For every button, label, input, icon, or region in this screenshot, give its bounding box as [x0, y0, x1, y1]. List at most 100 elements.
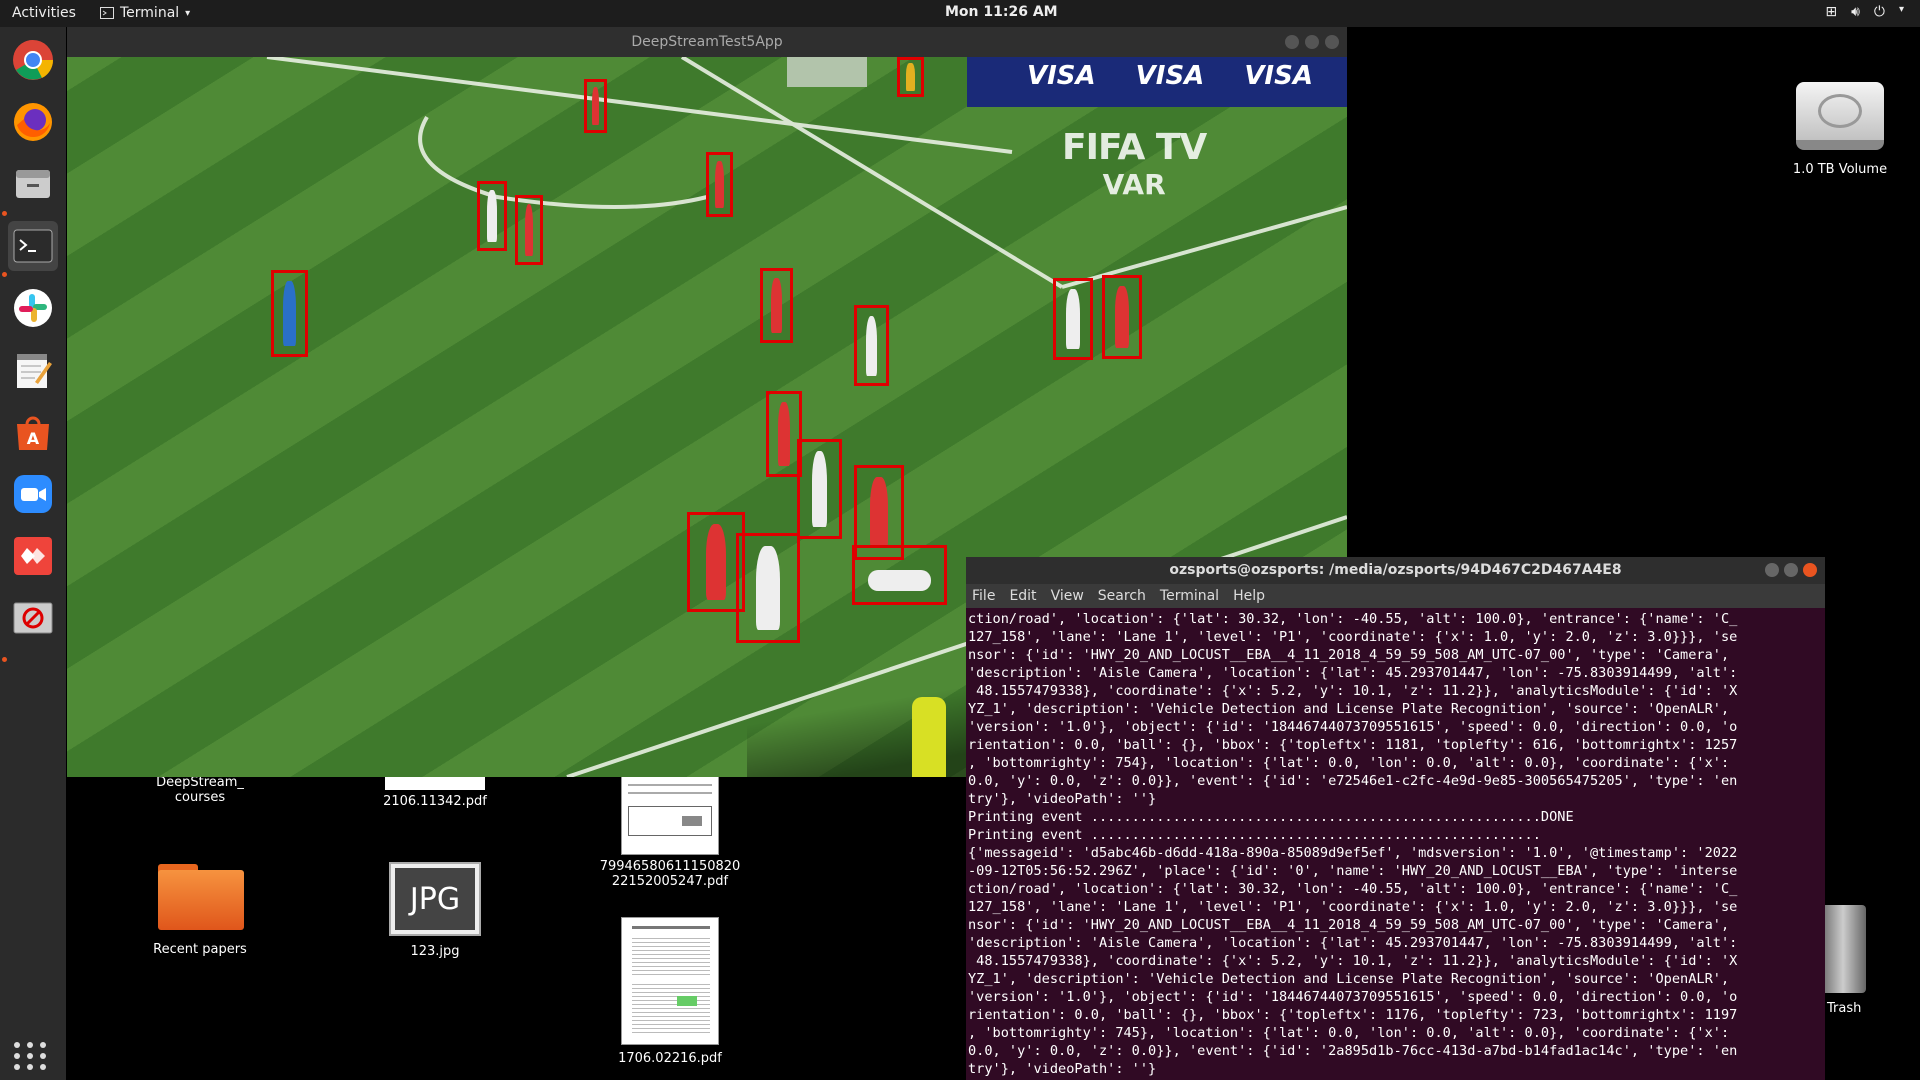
app-menu[interactable]: Terminal ▾ [100, 5, 190, 21]
folder-icon [154, 860, 246, 932]
minimize-button[interactable] [1285, 35, 1299, 49]
maximize-button[interactable] [1784, 563, 1798, 577]
desktop-icon-pdf-1706[interactable]: 1706.02216.pdf [600, 917, 740, 1066]
terminal-menubar: File Edit View Search Terminal Help [966, 584, 1825, 608]
detection-box [854, 305, 889, 386]
close-button[interactable] [1325, 35, 1339, 49]
hard-drive-icon [1792, 80, 1888, 154]
desktop-icon-volume[interactable]: 1.0 TB Volume [1775, 80, 1905, 177]
terminal-title: ozsports@ozsports: /media/ozsports/94D46… [1169, 562, 1622, 578]
terminal-line: YZ_1', 'description': 'Vehicle Detection… [968, 701, 1730, 717]
software-center-icon[interactable]: A [8, 407, 58, 457]
svg-text:A: A [27, 429, 40, 448]
pdf-thumbnail-icon [621, 917, 719, 1045]
clock[interactable]: Mon 11:26 AM [945, 4, 1058, 20]
trash-icon [1820, 905, 1866, 993]
detection-box [584, 79, 607, 133]
desktop-icon-label: 79946580611150820 22152005247.pdf [599, 859, 741, 889]
window-controls[interactable] [1765, 563, 1817, 577]
broadcast-logo: FIFA TV VAR [1062, 127, 1207, 201]
ad-text: VISA [1244, 61, 1313, 91]
desktop-icon-label: Recent papers [153, 942, 247, 957]
detection-box [760, 268, 793, 343]
window-controls[interactable] [1285, 35, 1339, 49]
menu-help[interactable]: Help [1233, 588, 1265, 604]
desktop-icon-trash[interactable]: Trash [1815, 905, 1920, 1016]
terminal-line: 'version': '1.0'}, 'object': {'id': '184… [968, 719, 1738, 735]
close-button[interactable] [1803, 563, 1817, 577]
terminal-line: 48.1557479338}, 'coordinate': {'x': 5.2,… [968, 953, 1738, 969]
brand-sub-text: VAR [1102, 168, 1166, 201]
activities-button[interactable]: Activities [12, 5, 76, 21]
menu-file[interactable]: File [972, 588, 995, 604]
window-title[interactable]: DeepStreamTest5App [67, 27, 1347, 57]
ad-text: VISA [1135, 61, 1205, 91]
terminal-line: 'version': '1.0'}, 'object': {'id': '184… [968, 989, 1738, 1005]
detection-box [736, 533, 800, 643]
anydesk-icon[interactable] [8, 531, 58, 581]
stop-icon[interactable] [8, 593, 58, 643]
detection-box [515, 195, 543, 265]
desktop-icon-label: 2106.11342.pdf [383, 794, 487, 809]
detection-box [852, 545, 947, 605]
firefox-icon[interactable] [8, 97, 58, 147]
files-icon[interactable] [8, 159, 58, 209]
maximize-button[interactable] [1305, 35, 1319, 49]
app-menu-label: Terminal [120, 5, 180, 21]
terminal-line: ction/road', 'location': {'lat': 30.32, … [968, 881, 1738, 897]
desktop-icon-label: 1.0 TB Volume [1792, 162, 1888, 177]
detection-box [797, 439, 842, 539]
terminal-titlebar[interactable]: ozsports@ozsports: /media/ozsports/94D46… [966, 557, 1825, 584]
desktop-icon-pdf-7994[interactable]: 79946580611150820 22152005247.pdf [590, 775, 750, 889]
pdf-thumbnail-icon [621, 775, 719, 855]
text-editor-icon[interactable] [8, 345, 58, 395]
terminal-line: {'messageid': 'd5abc46b-d6dd-418a-890a-8… [968, 845, 1738, 861]
chrome-icon[interactable] [8, 35, 58, 85]
detection-box [477, 181, 507, 251]
terminal-line: nsor': {'id': 'HWY_20_AND_LOCUST__EBA__4… [968, 647, 1730, 663]
desktop-icon-123-jpg[interactable]: JPG 123.jpg [370, 862, 500, 959]
detection-box [897, 57, 924, 97]
terminal-line: , 'bottomrighty': 754}, 'location': {'la… [968, 755, 1730, 771]
menu-view[interactable]: View [1051, 588, 1084, 604]
network-icon[interactable]: ⊞ [1825, 4, 1837, 20]
desktop-icon-recent-papers[interactable]: Recent papers [130, 860, 270, 957]
terminal-line: nsor': {'id': 'HWY_20_AND_LOCUST__EBA__4… [968, 917, 1730, 933]
menu-terminal[interactable]: Terminal [1160, 588, 1219, 604]
zoom-icon[interactable] [8, 469, 58, 519]
terminal-icon[interactable] [8, 221, 58, 271]
terminal-line: 0.0, 'y': 0.0, 'z': 0.0}}, 'event': {'id… [968, 1043, 1738, 1059]
show-applications-icon[interactable] [14, 1042, 48, 1070]
top-bar: Activities Terminal ▾ Mon 11:26 AM ⊞ 🔊︎ … [0, 0, 1920, 27]
terminal-line: 0.0, 'y': 0.0, 'z': 0.0}}, 'event': {'id… [968, 773, 1738, 789]
terminal-line: 127_158', 'lane': 'Lane 1', 'level': 'P1… [968, 899, 1738, 915]
power-icon[interactable]: ⏻ [1874, 4, 1885, 20]
minimize-button[interactable] [1765, 563, 1779, 577]
terminal-line: Printing event .........................… [968, 827, 1541, 843]
system-tray[interactable]: ⊞ 🔊︎ ⏻ ▾ [1825, 4, 1904, 20]
terminal-line: 127_158', 'lane': 'Lane 1', 'level': 'P1… [968, 629, 1738, 645]
terminal-line: Printing event .........................… [968, 809, 1574, 825]
menu-search[interactable]: Search [1098, 588, 1146, 604]
terminal-line: try'}, 'videoPath': ''} [968, 791, 1157, 807]
desktop-icon-label: DeepStream_ courses [156, 775, 244, 805]
terminal-small-icon [100, 7, 114, 19]
jpg-badge: JPG [395, 868, 475, 930]
terminal-line: 'description': 'Aisle Camera', 'location… [968, 935, 1738, 951]
slack-icon[interactable] [8, 283, 58, 333]
detection-box [1102, 275, 1142, 359]
menu-edit[interactable]: Edit [1009, 588, 1036, 604]
terminal-line: rientation': 0.0, 'ball': {}, 'bbox': {'… [968, 737, 1738, 753]
terminal-window[interactable]: ozsports@ozsports: /media/ozsports/94D46… [966, 557, 1825, 1080]
detection-box [271, 270, 308, 357]
terminal-line: ction/road', 'location': {'lat': 30.32, … [968, 611, 1738, 627]
ad-text: VISA [1027, 61, 1096, 91]
terminal-line: YZ_1', 'description': 'Vehicle Detection… [968, 971, 1730, 987]
chevron-down-icon[interactable]: ▾ [1899, 4, 1904, 20]
terminal-output[interactable]: ction/road', 'location': {'lat': 30.32, … [966, 608, 1825, 1078]
terminal-line: -09-12T05:56:52.296Z', 'place': {'id': '… [968, 863, 1738, 879]
desktop-icon-deepstream-courses[interactable]: DeepStream_ courses [130, 775, 270, 805]
terminal-line: 'description': 'Aisle Camera', 'location… [968, 665, 1738, 681]
volume-icon[interactable]: 🔊︎ [1851, 4, 1860, 20]
terminal-line: rientation': 0.0, 'ball': {}, 'bbox': {'… [968, 1007, 1738, 1023]
